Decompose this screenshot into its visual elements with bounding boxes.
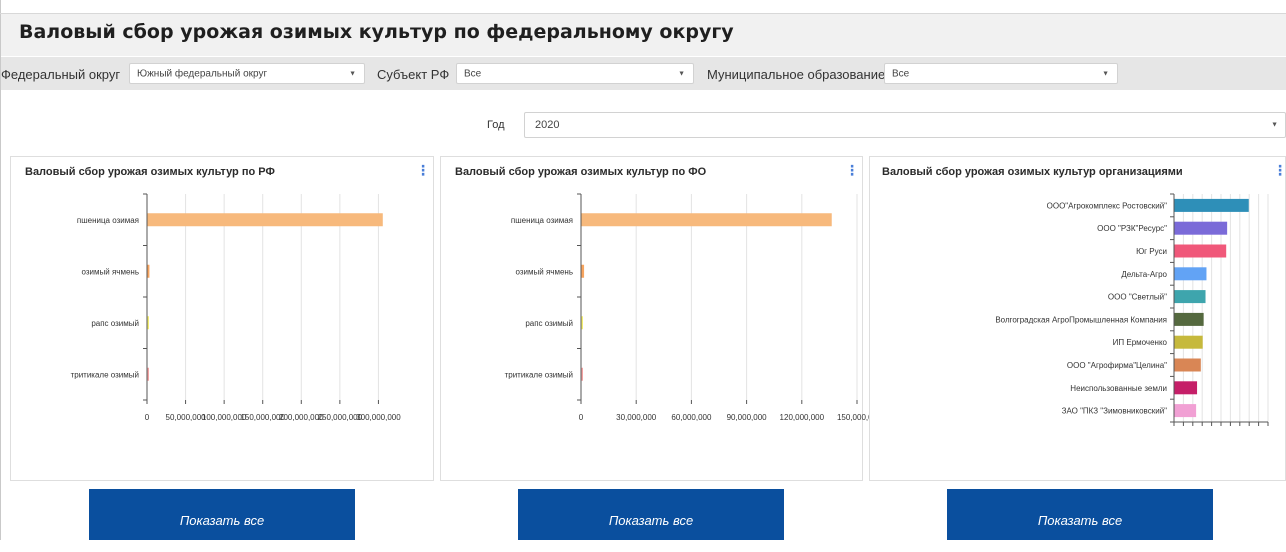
- bar: [1174, 290, 1206, 304]
- show-all-button-rf[interactable]: Показать все: [89, 489, 355, 540]
- bar: [1174, 335, 1203, 349]
- category-label: ИП Ермоченко: [1113, 338, 1168, 347]
- show-all-button-orgs[interactable]: Показать все: [947, 489, 1213, 540]
- bar: [1174, 244, 1227, 258]
- category-label: Неиспользованные земли: [1070, 384, 1167, 393]
- bar: [1174, 404, 1197, 418]
- bar: [1174, 358, 1201, 372]
- category-label: ООО "РЗК"Ресурс": [1097, 224, 1167, 233]
- chart-orgs: ООО"Агрокомплекс Ростовский" ООО "РЗК"Рес…: [995, 193, 1269, 426]
- category-label: ООО"Агрокомплекс Ростовский": [1047, 201, 1168, 210]
- category-label: Юг Руси: [1136, 247, 1167, 256]
- bar: [1174, 381, 1198, 395]
- category-label: ЗАО "ПКЗ "Зимовниковский": [1062, 407, 1168, 416]
- show-all-button-fo[interactable]: Показать все: [518, 489, 784, 540]
- category-label: ООО "Светлый": [1108, 293, 1167, 302]
- bar: [1174, 312, 1204, 326]
- category-label: ООО "Агрофирма"Целина": [1067, 361, 1167, 370]
- category-label: Дельта-Агро: [1121, 270, 1167, 279]
- bar: [1174, 221, 1228, 235]
- bar: [1174, 198, 1249, 212]
- bar: [1174, 267, 1207, 281]
- category-label: Волгоградская АгроПромышленная Компания: [995, 315, 1167, 324]
